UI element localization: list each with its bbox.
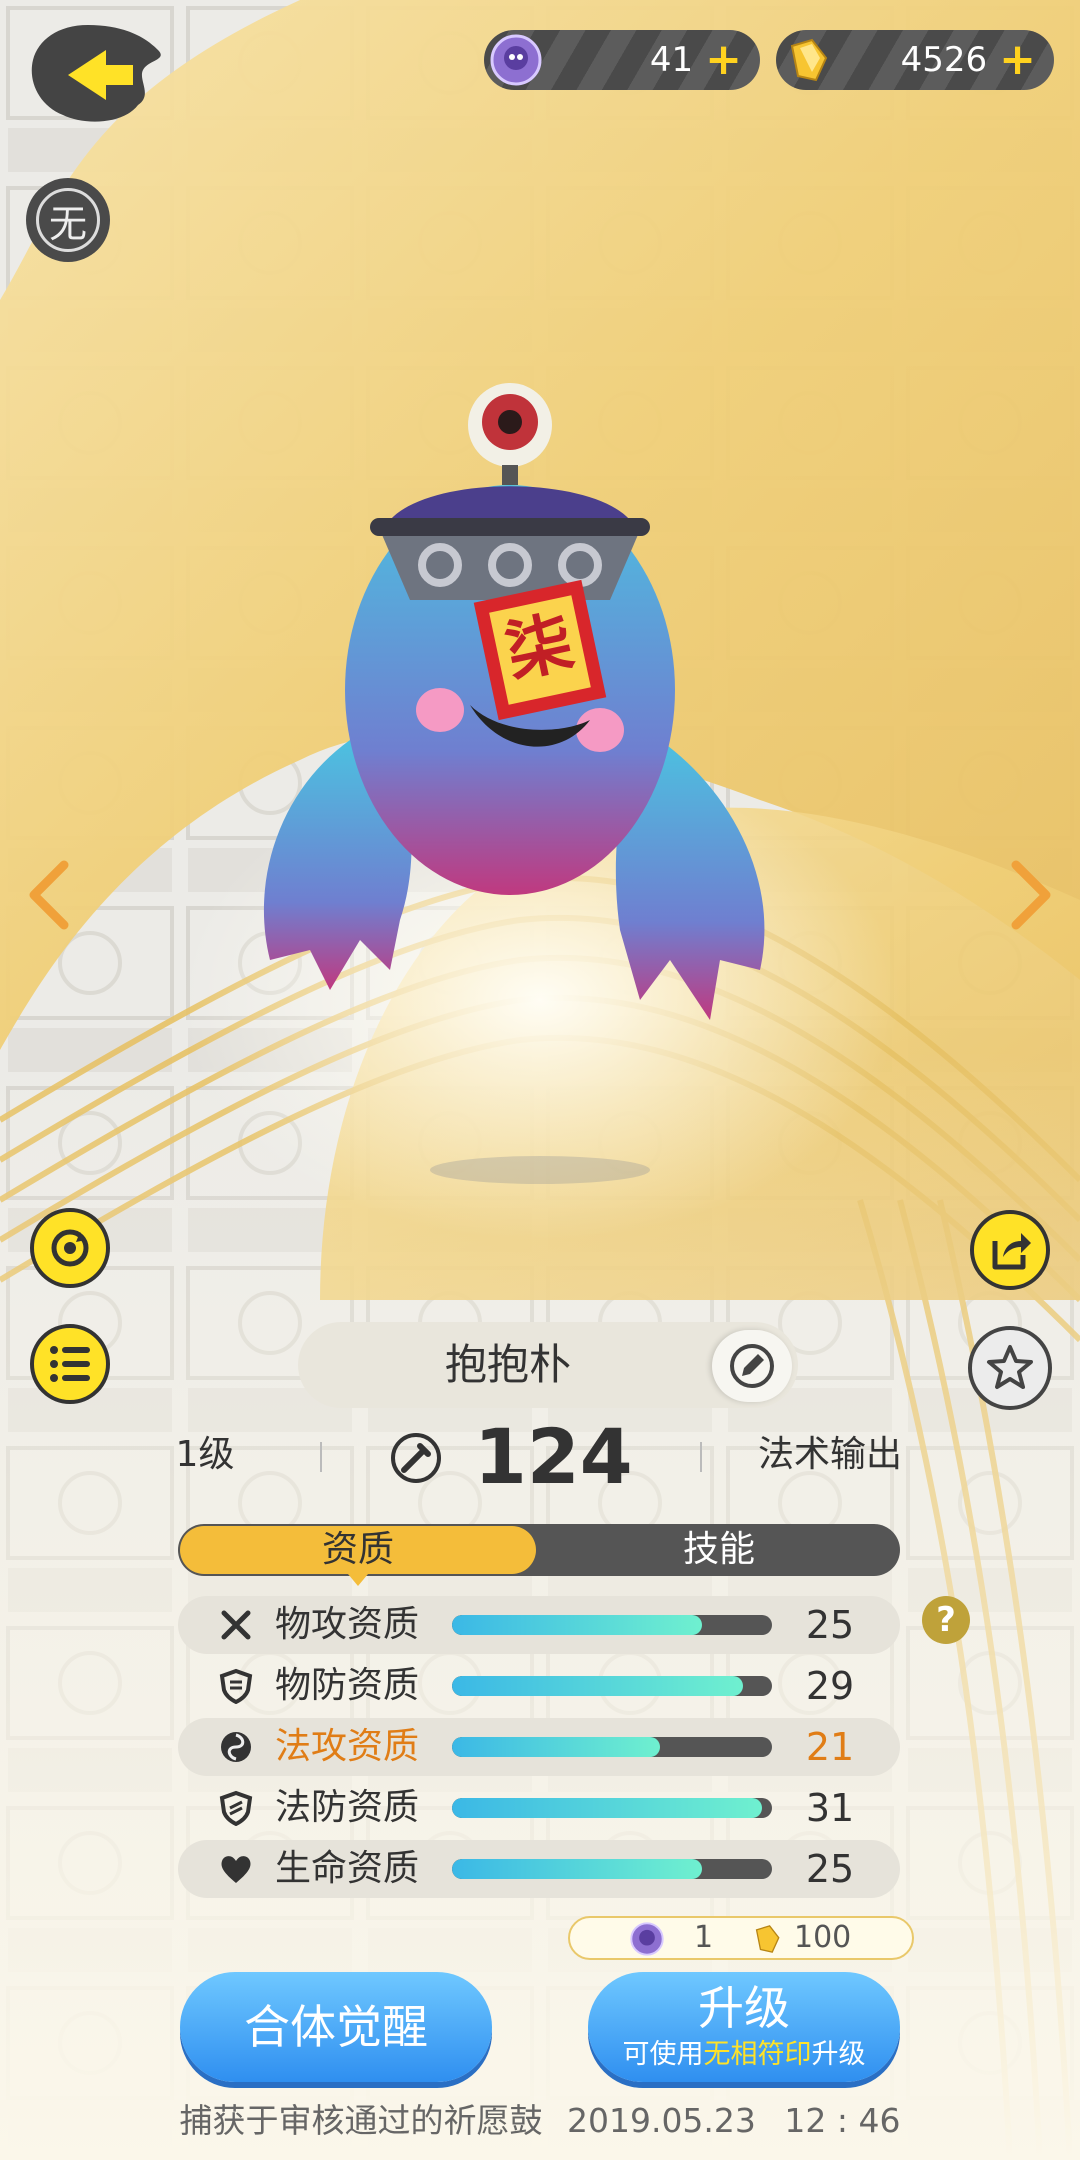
capture-info: 捕获于审核通过的祈愿鼓 2019.05.23 12 : 46 [0,2096,1080,2146]
divider [700,1442,702,1472]
gold-ingot-icon [790,38,828,82]
add-soul-icon[interactable]: + [705,38,742,82]
stat-label: 物防资质 [275,1665,420,1706]
star-icon [987,1345,1033,1389]
stat-label: 物攻资质 [275,1604,420,1645]
stat-label: 法攻资质 [275,1726,420,1767]
share-icon [992,1233,1031,1270]
power-sword-icon [391,1433,441,1483]
stat-value: 25 [805,1603,855,1647]
cost-gold: 100 [794,1920,852,1955]
gold-currency-pill[interactable]: 4526 + [776,30,1054,90]
add-gold-icon[interactable]: + [999,38,1036,82]
stat-bar-fill [452,1737,660,1757]
shield-icon [219,1668,253,1704]
stat-bar [452,1859,772,1879]
help-icon: ? [936,1600,956,1640]
pet-name: 抱抱朴 [444,1340,571,1389]
awaken-label: 合体觉醒 [244,2000,428,2054]
stat-bar [452,1615,772,1635]
ghost-coin-icon [630,1922,664,1956]
rename-button[interactable] [712,1330,792,1402]
stat-bar-fill [452,1798,763,1818]
upgrade-hint: 可使用无相符印升级 [588,2038,900,2072]
combat-power: 124 [474,1412,633,1501]
stat-bar-fill [452,1859,702,1879]
upgrade-label: 升级 [698,1981,790,2035]
capture-text: 捕获于审核通过的祈愿鼓 [179,2101,543,2140]
share-button[interactable] [970,1210,1050,1290]
magic-shield-icon [219,1790,253,1826]
tab-aptitude[interactable]: 资质 [180,1526,536,1574]
back-arrow-icon [31,25,161,122]
stat-value: 31 [805,1786,855,1830]
stat-label: 法防资质 [275,1787,420,1828]
tab-pointer [348,1574,368,1586]
upgrade-hint-post: 升级 [811,2039,866,2070]
refresh-pet-button[interactable] [30,1208,110,1288]
no-badge-label: 无 [36,188,100,252]
prev-pet-arrow-icon[interactable] [24,860,74,930]
pet-role: 法术输出 [757,1434,902,1475]
back-button[interactable] [28,20,168,130]
cycle-icon [51,1229,89,1267]
pet-character[interactable]: 柒 [240,360,780,1060]
ghost-coin-icon [490,34,542,86]
soul-currency-value: 41 [649,40,694,80]
favorite-button[interactable] [968,1326,1052,1410]
upgrade-hint-pre: 可使用 [622,2039,704,2070]
tab-skills-label: 技能 [682,1529,755,1570]
next-pet-arrow-icon[interactable] [1006,860,1056,930]
help-button[interactable]: ? [922,1596,970,1644]
stat-bar [452,1798,772,1818]
gold-ingot-icon [755,1925,780,1953]
divider [320,1442,322,1472]
gold-currency-value: 4526 [900,40,988,80]
upgrade-button[interactable]: 升级 可使用无相符印升级 [588,1972,900,2082]
stat-label: 生命资质 [275,1848,420,1889]
background-art [0,0,1080,2160]
upgrade-hint-item: 无相符印 [703,2039,812,2070]
magic-swirl-icon [221,1732,251,1762]
stat-value: 29 [805,1664,855,1708]
capture-time: 12 : 46 [784,2101,901,2140]
cost-soul: 1 [694,1920,714,1955]
tab-aptitude-label: 资质 [321,1529,394,1570]
stat-bar-fill [452,1676,744,1696]
list-menu-button[interactable] [30,1324,110,1404]
pet-level: 1级 [175,1434,235,1475]
tab-skills[interactable]: 技能 [540,1526,898,1574]
stat-bar [452,1676,772,1696]
pencil-icon [730,1344,774,1388]
awaken-button[interactable]: 合体觉醒 [180,1972,492,2082]
stat-value: 21 [805,1725,855,1769]
stat-bar-fill [452,1615,702,1635]
capture-date: 2019.05.23 [566,2101,756,2140]
list-icon [50,1346,90,1382]
no-badge-button[interactable]: 无 [26,178,110,262]
soul-currency-pill[interactable]: 41 + [484,30,760,90]
heart-icon [221,1856,251,1883]
crossed-swords-icon [221,1610,251,1640]
upgrade-cost-box: 1 100 [568,1916,914,1960]
stat-bar [452,1737,772,1757]
stat-value: 25 [805,1847,855,1891]
